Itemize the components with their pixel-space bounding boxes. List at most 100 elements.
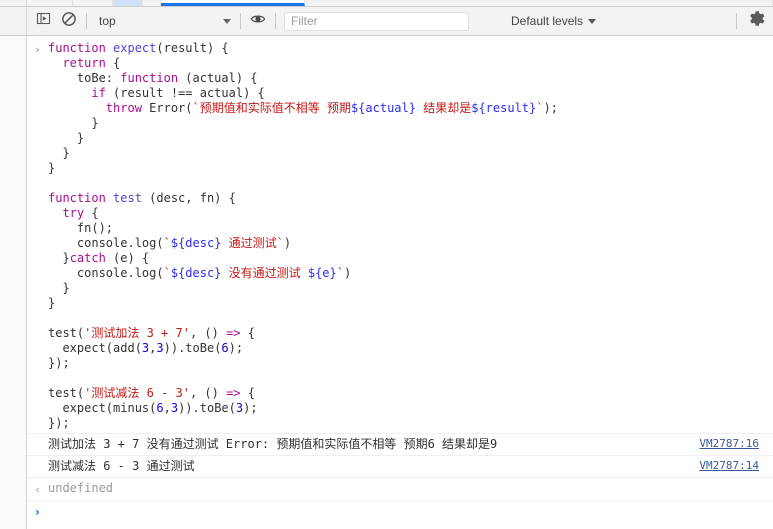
- code-token: }: [48, 116, 99, 130]
- log-level-icon: [27, 458, 48, 475]
- code-line: function test (desc, fn) {: [48, 191, 773, 206]
- code-token: {: [84, 206, 99, 220]
- source-location-link[interactable]: VM2787:16: [699, 436, 773, 452]
- console-prompt-row[interactable]: ›: [27, 501, 773, 521]
- clear-icon: [61, 11, 77, 32]
- code-token: ${result}: [471, 101, 537, 115]
- panel-tab-active[interactable]: [161, 0, 305, 6]
- code-line: });: [48, 356, 773, 371]
- code-token: 没有通过测试: [221, 266, 308, 280]
- code-token: '测试加法 3 + 7': [84, 326, 190, 340]
- devtools-console-panel: top Filter Default levels › function exp…: [0, 0, 773, 529]
- code-line: }: [48, 131, 773, 146]
- code-line: }: [48, 146, 773, 161]
- code-line: }: [48, 296, 773, 311]
- code-token: test(: [48, 326, 85, 340]
- code-token: }: [48, 146, 70, 160]
- code-token: (e) {: [105, 251, 150, 265]
- code-token: {: [240, 326, 255, 340]
- code-token: expect(minus(: [48, 401, 157, 415]
- panel-tab-4[interactable]: [143, 0, 161, 6]
- code-line: return {: [48, 56, 773, 71]
- code-token: {: [105, 56, 121, 70]
- console-messages-area[interactable]: › function expect(result) { return { toB…: [27, 36, 773, 529]
- console-log-text: 测试加法 3 + 7 没有通过测试 Error: 预期值和实际值不相等 预期6 …: [48, 437, 498, 451]
- code-line: });: [48, 416, 773, 431]
- code-token: (result) {: [156, 41, 229, 55]
- code-line: throw Error(`预期值和实际值不相等 预期${actual} 结果却是…: [48, 101, 773, 116]
- execution-context-value: top: [99, 14, 116, 28]
- code-token: );: [543, 101, 558, 115]
- code-token: });: [48, 416, 70, 430]
- console-input-echo: › function expect(result) { return { toB…: [27, 36, 773, 433]
- panel-tab-3-chip[interactable]: [113, 0, 143, 6]
- toolbar-divider-1: [86, 13, 87, 29]
- code-token: `: [336, 266, 344, 280]
- code-line: function expect(result) {: [48, 41, 773, 56]
- code-token: catch: [69, 251, 106, 265]
- chevron-down-icon: [588, 18, 597, 24]
- prompt-caret-icon: ›: [35, 505, 40, 519]
- console-body: › function expect(result) { return { toB…: [0, 36, 773, 529]
- console-result-row: ‹ undefined: [27, 478, 773, 501]
- panel-tab-1[interactable]: [27, 0, 73, 6]
- code-line: }: [48, 116, 773, 131]
- code-token: 6: [156, 401, 164, 415]
- code-line: }: [48, 161, 773, 176]
- console-input-source: function expect(result) { return { toBe:…: [48, 40, 773, 431]
- code-token: fn();: [48, 221, 114, 235]
- code-line: }catch (e) {: [48, 251, 773, 266]
- chevron-down-icon: [223, 18, 231, 24]
- code-token: `: [163, 236, 171, 250]
- result-arrow-icon: ‹: [35, 483, 40, 496]
- code-token: `: [163, 266, 171, 280]
- code-token: (actual) {: [185, 71, 258, 85]
- filter-input[interactable]: Filter: [284, 11, 469, 31]
- code-line: try {: [48, 206, 773, 221]
- code-token: function: [48, 191, 114, 205]
- code-token: console.log(: [48, 266, 164, 280]
- code-token: return: [62, 56, 106, 70]
- source-location-link[interactable]: VM2787:14: [699, 458, 773, 474]
- input-arrow-icon: ›: [35, 43, 40, 56]
- log-levels-value: Default levels: [511, 14, 584, 28]
- code-token: (desc, fn) {: [141, 191, 236, 205]
- code-line: test('测试加法 3 + 7', () => {: [48, 326, 773, 341]
- console-left-gutter: [0, 36, 27, 529]
- code-token: function: [48, 41, 114, 55]
- code-line: }: [48, 281, 773, 296]
- panel-tab-2[interactable]: [73, 0, 113, 6]
- clear-console-button[interactable]: [56, 8, 82, 34]
- code-token: (result !== actual) {: [105, 86, 265, 100]
- console-sidebar-toggle-button[interactable]: [30, 8, 56, 34]
- code-token: =>: [226, 326, 241, 340]
- code-token: ${desc}: [170, 236, 222, 250]
- code-token: `预期值和实际值不相等 预期: [192, 101, 351, 115]
- code-token: 3: [170, 401, 179, 415]
- code-token: ): [283, 236, 292, 250]
- panel-tabstrip: [0, 0, 773, 7]
- code-token: }: [48, 281, 70, 295]
- console-settings-button[interactable]: [741, 7, 771, 35]
- gear-icon: [748, 10, 765, 32]
- log-level-icon: [27, 436, 48, 453]
- panel-tab-rest[interactable]: [305, 0, 773, 6]
- log-levels-select[interactable]: Default levels: [503, 11, 602, 32]
- console-log-text: 测试减法 6 - 3 通过测试: [48, 459, 195, 473]
- code-line: console.log(`${desc} 没有通过测试 ${e}`): [48, 266, 773, 281]
- code-token: test: [113, 191, 142, 205]
- code-token: ): [344, 266, 352, 280]
- execution-context-select[interactable]: top: [91, 11, 236, 32]
- code-token: 3: [156, 341, 164, 355]
- live-expression-button[interactable]: [245, 8, 271, 34]
- toolbar-divider-4: [736, 13, 737, 29]
- toolbar-left-gutter: [0, 7, 27, 35]
- code-token: });: [48, 356, 70, 370]
- console-result-value: undefined: [48, 481, 114, 495]
- code-token: , (): [189, 386, 227, 400]
- toolbar-divider-2: [240, 13, 241, 29]
